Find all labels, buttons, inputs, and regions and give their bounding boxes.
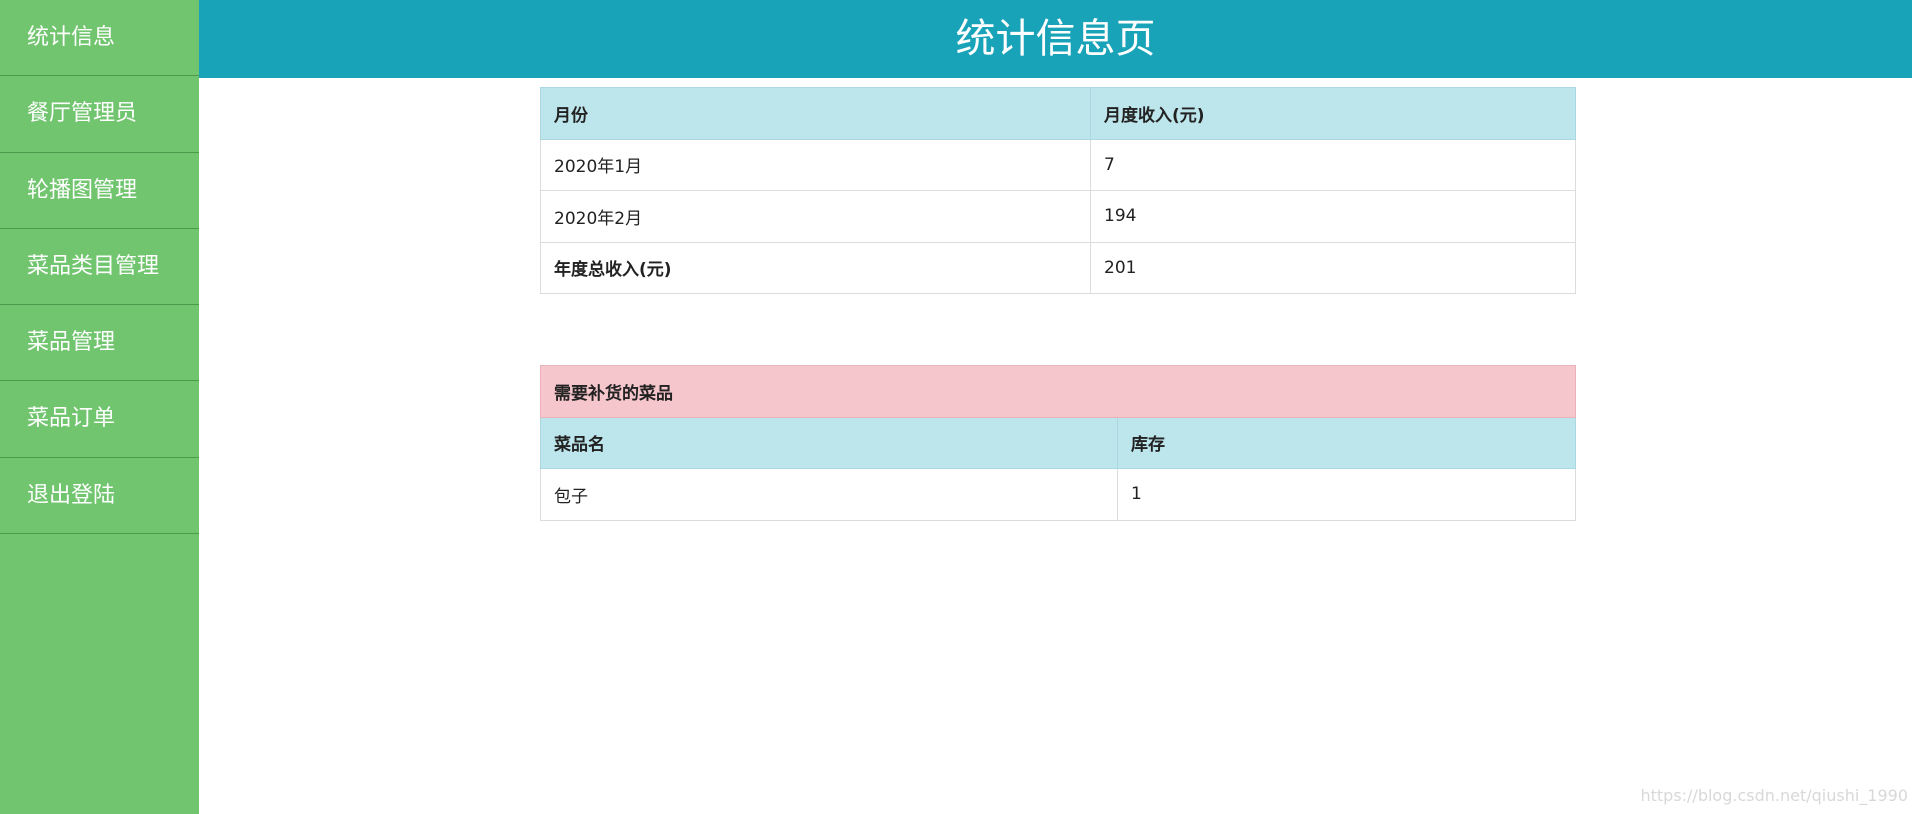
sidebar-item-statistics[interactable]: 统计信息 (0, 0, 199, 77)
income-table-header-row: 月份 月度收入(元) (540, 87, 1576, 140)
restock-panel: 需要补货的菜品 菜品名 库存 包子 1 (540, 365, 1576, 521)
table-row: 包子 1 (540, 468, 1576, 521)
sidebar-item-logout[interactable]: 退出登陆 (0, 458, 199, 535)
sidebar-item-carousel-management[interactable]: 轮播图管理 (0, 153, 199, 229)
column-header-monthly-income: 月度收入(元) (1090, 87, 1576, 140)
sidebar-item-restaurant-admin[interactable]: 餐厅管理员 (0, 76, 199, 153)
restock-table-header-row: 菜品名 库存 (540, 416, 1576, 469)
cell-month: 2020年2月 (540, 190, 1091, 243)
income-table: 月份 月度收入(元) 2020年1月 7 2020年2月 194 年度总收入(元… (540, 87, 1576, 294)
restock-caption: 需要补货的菜品 (540, 365, 1576, 418)
restock-table: 需要补货的菜品 菜品名 库存 包子 1 (540, 365, 1576, 521)
sidebar-item-dish-management[interactable]: 菜品管理 (0, 305, 199, 382)
watermark: https://blog.csdn.net/qiushi_1990 (1640, 786, 1908, 805)
column-header-stock: 库存 (1117, 416, 1576, 469)
cell-stock: 1 (1117, 468, 1576, 521)
cell-income: 194 (1090, 190, 1576, 243)
cell-month: 2020年1月 (540, 138, 1091, 191)
cell-dish-name: 包子 (540, 468, 1118, 521)
page-title: 统计信息页 (955, 16, 1156, 62)
column-header-month: 月份 (540, 87, 1091, 140)
table-row: 2020年2月 194 (540, 190, 1576, 243)
sidebar-item-dish-orders[interactable]: 菜品订单 (0, 381, 199, 458)
table-row: 2020年1月 7 (540, 138, 1576, 191)
column-header-dish-name: 菜品名 (540, 416, 1118, 469)
sidebar: 统计信息 餐厅管理员 轮播图管理 菜品类目管理 菜品管理 菜品订单 退出登陆 (0, 0, 199, 814)
total-label: 年度总收入(元) (540, 241, 1091, 294)
total-value: 201 (1090, 241, 1576, 294)
restock-caption-row: 需要补货的菜品 (540, 365, 1576, 418)
page-header: 统计信息页 (199, 0, 1912, 78)
total-row: 年度总收入(元) 201 (540, 241, 1576, 294)
sidebar-item-category-management[interactable]: 菜品类目管理 (0, 229, 199, 306)
income-panel: 月份 月度收入(元) 2020年1月 7 2020年2月 194 年度总收入(元… (540, 87, 1576, 294)
cell-income: 7 (1090, 138, 1576, 191)
